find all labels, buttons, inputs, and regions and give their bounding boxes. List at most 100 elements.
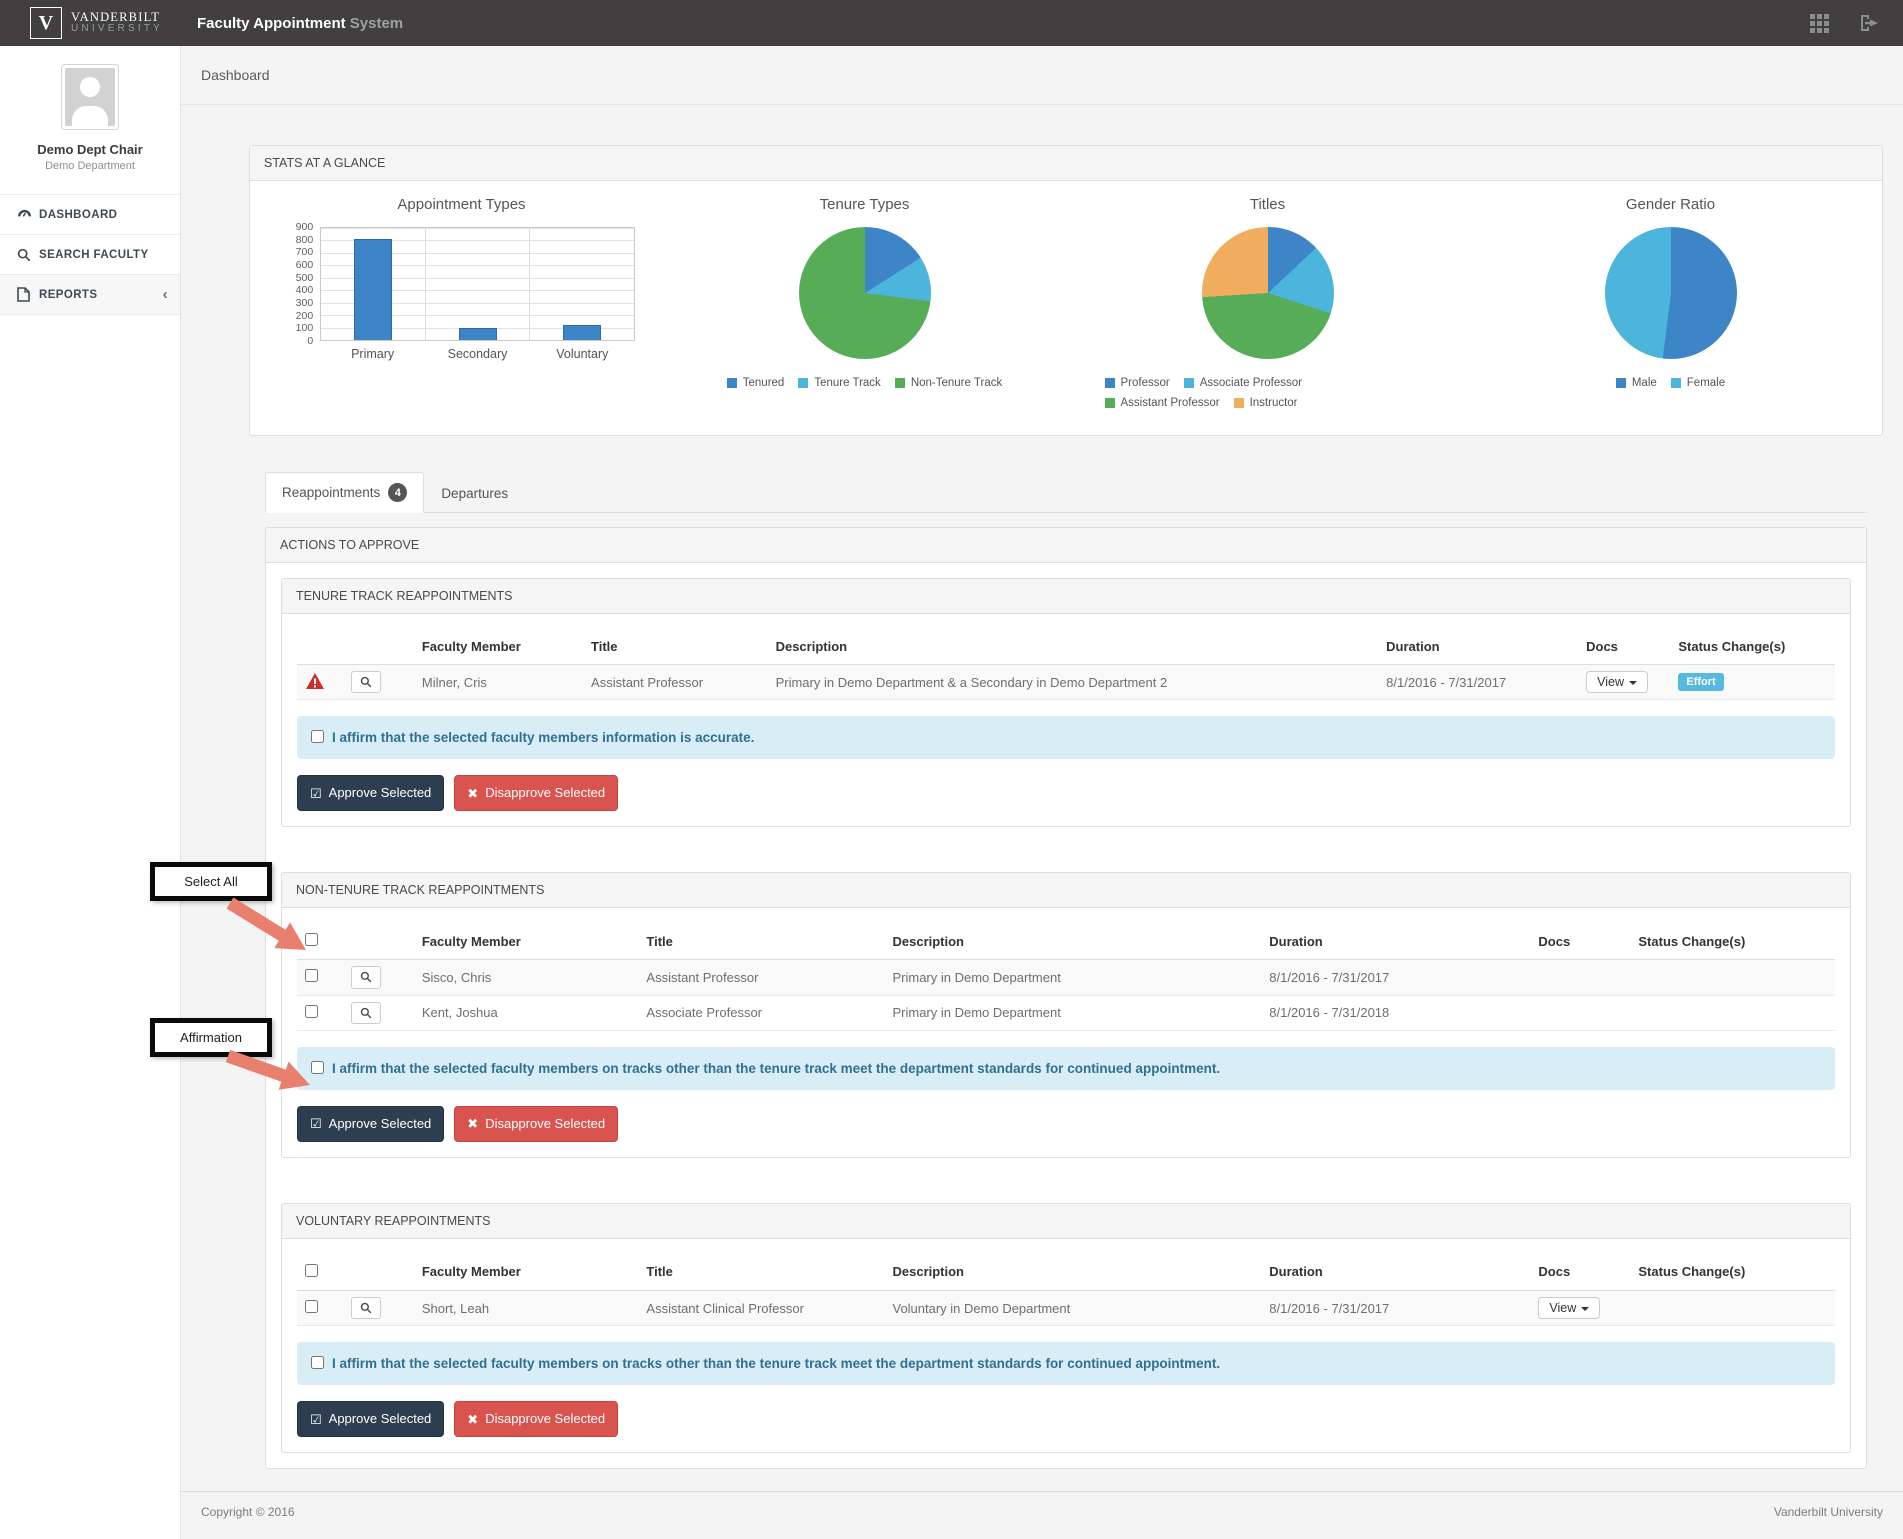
legend-item: Tenure Track [798, 375, 880, 391]
column-header-status: Status Change(s) [1630, 923, 1835, 960]
sidebar-item-reports[interactable]: REPORTS ‹ [0, 275, 180, 315]
bar-category-cell [425, 228, 530, 340]
chart-titles: Titles ProfessorAssociate ProfessorAssis… [1066, 195, 1469, 415]
tab-label: Reappointments [282, 485, 380, 500]
cell-description: Primary in Demo Department [884, 960, 1261, 995]
disapprove-selected-button[interactable]: ✖Disapprove Selected [454, 1401, 618, 1437]
legend-item: Male [1616, 375, 1657, 391]
x-icon: ✖ [467, 1117, 478, 1130]
disapprove-selected-button[interactable]: ✖Disapprove Selected [454, 1106, 618, 1142]
chart-legend: ProfessorAssociate ProfessorAssistant Pr… [1092, 375, 1444, 415]
column-header-title: Title [638, 1254, 884, 1291]
y-axis-tick: 500 [296, 272, 314, 284]
column-header-status: Status Change(s) [1630, 1254, 1835, 1291]
y-axis-tick: 800 [296, 234, 314, 246]
apps-grid-icon[interactable] [1810, 14, 1829, 33]
affirmation-checkbox[interactable] [311, 1356, 324, 1369]
brand-text: VANDERBILT UNIVERSITY [71, 11, 163, 35]
column-header-title: Title [638, 923, 884, 960]
x-icon: ✖ [467, 787, 478, 800]
check-square-icon: ☑ [310, 1117, 322, 1130]
column-header-duration: Duration [1261, 923, 1530, 960]
user-name: Demo Dept Chair [10, 142, 170, 157]
legend-label: Male [1632, 375, 1657, 391]
tenure-track-table: Faculty Member Title Description Duratio… [297, 629, 1835, 700]
column-header-title: Title [583, 629, 768, 665]
approve-selected-button[interactable]: ☑Approve Selected [297, 1401, 444, 1437]
disapprove-selected-button[interactable]: ✖Disapprove Selected [454, 775, 618, 811]
approve-selected-button[interactable]: ☑Approve Selected [297, 1106, 444, 1142]
chevron-down-icon [1581, 1307, 1589, 1311]
affirmation-bar: I affirm that the selected faculty membe… [297, 1047, 1835, 1090]
docs-view-dropdown[interactable]: View [1538, 1297, 1600, 1319]
chart-legend: Male Female [1469, 375, 1872, 395]
non-tenure-track-table: Faculty Member Title Description Duratio… [297, 923, 1835, 1031]
cell-duration: 8/1/2016 - 7/31/2017 [1261, 960, 1530, 995]
docs-view-dropdown[interactable]: View [1586, 671, 1648, 693]
app-title-main: Faculty Appointment [197, 15, 346, 32]
column-header-duration: Duration [1378, 629, 1578, 665]
annotation-arrow-affirmation [220, 1048, 320, 1096]
cell-title: Assistant Professor [583, 665, 768, 700]
legend-item: Assistant Professor [1105, 395, 1220, 411]
bar-category-cell [321, 228, 425, 340]
sidebar-nav: DASHBOARD SEARCH FACULTY REPORTS ‹ [0, 194, 180, 315]
avatar [61, 64, 119, 130]
row-checkbox[interactable] [305, 969, 318, 982]
legend-label: Female [1687, 375, 1725, 391]
tab-reappointments[interactable]: Reappointments 4 [265, 472, 424, 513]
sidebar: Demo Dept Chair Demo Department DASHBOAR… [0, 46, 181, 1539]
affirmation-bar: I affirm that the selected faculty membe… [297, 1342, 1835, 1385]
cell-faculty: Kent, Joshua [414, 995, 639, 1030]
view-faculty-search-button[interactable] [351, 1002, 381, 1024]
pie-titles [1202, 227, 1334, 359]
bar-voluntary [563, 325, 601, 340]
tab-departures[interactable]: Departures [424, 472, 525, 513]
chart-title: Tenure Types [663, 195, 1066, 215]
table-row: Short, Leah Assistant Clinical Professor… [297, 1290, 1835, 1325]
app-title: Faculty Appointment System [197, 15, 403, 32]
table-row: Milner, Cris Assistant Professor Primary… [297, 665, 1835, 700]
approve-selected-button[interactable]: ☑Approve Selected [297, 775, 444, 811]
view-faculty-search-button[interactable] [351, 1297, 381, 1319]
breadcrumb: Dashboard [181, 46, 1903, 105]
x-axis-label: Voluntary [530, 347, 635, 361]
cell-description: Primary in Demo Department & a Secondary… [768, 665, 1379, 700]
column-header-empty [343, 923, 414, 960]
cell-status [1630, 1290, 1835, 1325]
x-axis-label: Secondary [425, 347, 530, 361]
view-faculty-search-button[interactable] [351, 966, 381, 988]
top-navbar: V VANDERBILT UNIVERSITY Faculty Appointm… [0, 0, 1903, 46]
affirmation-checkbox[interactable] [311, 730, 324, 743]
legend-swatch-icon [1234, 398, 1244, 408]
cell-faculty: Short, Leah [414, 1290, 639, 1325]
bar-chart: 0100200300400500600700800900 PrimarySeco… [288, 227, 635, 361]
row-checkbox[interactable] [305, 1300, 318, 1313]
sidebar-item-label: SEARCH FACULTY [39, 249, 149, 261]
reports-icon [17, 287, 39, 302]
logo-letter: V [39, 13, 53, 33]
stats-panel-title: STATS AT A GLANCE [250, 146, 1882, 181]
row-checkbox[interactable] [305, 1005, 318, 1018]
sign-out-icon[interactable] [1859, 14, 1879, 32]
avatar-silhouette-icon [65, 68, 115, 126]
affirmation-text: I affirm that the selected faculty membe… [332, 1354, 1220, 1373]
legend-swatch-icon [1671, 378, 1681, 388]
legend-item: Professor [1105, 375, 1170, 391]
search-icon [17, 248, 39, 262]
cell-description: Voluntary in Demo Department [884, 1290, 1261, 1325]
column-header-docs: Docs [1530, 1254, 1630, 1291]
y-axis-tick: 0 [307, 335, 313, 347]
view-faculty-search-button[interactable] [351, 671, 381, 693]
sidebar-item-label: REPORTS [39, 289, 97, 301]
affirmation-text: I affirm that the selected faculty membe… [332, 728, 754, 747]
chevron-left-icon[interactable]: ‹ [163, 287, 168, 302]
cell-description: Primary in Demo Department [884, 995, 1261, 1030]
voluntary-reappointments-panel: VOLUNTARY REAPPOINTMENTS Faculty Member … [281, 1203, 1851, 1453]
select-all-checkbox[interactable] [305, 1264, 318, 1277]
sidebar-item-search-faculty[interactable]: SEARCH FACULTY [0, 235, 180, 275]
legend-swatch-icon [727, 378, 737, 388]
chart-legend: TenuredTenure TrackNon-Tenure Track [663, 375, 1066, 395]
sidebar-item-dashboard[interactable]: DASHBOARD [0, 195, 180, 235]
actions-to-approve-panel: ACTIONS TO APPROVE TENURE TRACK REAPPOIN… [265, 527, 1867, 1469]
